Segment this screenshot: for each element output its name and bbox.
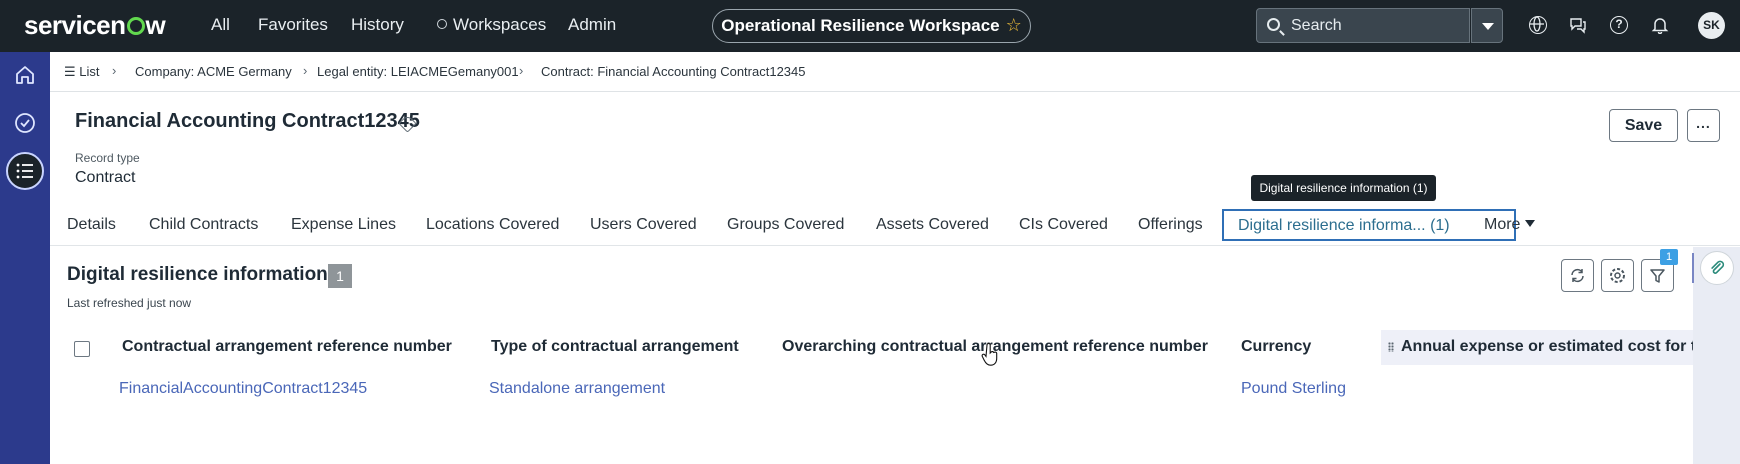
- breadcrumb-list-label: List: [79, 64, 100, 79]
- logo-o-mark: [126, 17, 145, 35]
- tab-locations-covered[interactable]: Locations Covered: [426, 216, 559, 234]
- cell-reference-link[interactable]: FinancialAccountingContract12345: [119, 380, 367, 398]
- paperclip-icon[interactable]: [1700, 251, 1734, 285]
- tab-cis-covered[interactable]: CIs Covered: [1019, 216, 1108, 234]
- tab-more[interactable]: More: [1484, 216, 1536, 234]
- star-icon[interactable]: ☆: [1006, 15, 1022, 35]
- workspace-title: Operational Resilience Workspace: [721, 16, 1000, 35]
- chevron-right-icon: ›: [112, 63, 117, 78]
- column-header-arrangement-type[interactable]: Type of contractual arrangement: [491, 338, 739, 356]
- refresh-icon: [1571, 268, 1584, 283]
- breadcrumb-company[interactable]: Company: ACME Germany: [135, 64, 292, 79]
- home-icon[interactable]: [8, 58, 42, 92]
- gear-icon: [1610, 268, 1625, 283]
- chevron-right-icon: ›: [303, 63, 308, 78]
- related-list-title: Digital resilience information: [67, 264, 328, 285]
- record-tabs: Details Child Contracts Expense Lines Lo…: [50, 208, 1740, 246]
- column-header-annual-expense[interactable]: Annual expense or estimated cost for the: [1381, 330, 1693, 365]
- tab-expense-lines[interactable]: Expense Lines: [291, 216, 396, 234]
- breadcrumb: ☰ List › Company: ACME Germany › Legal e…: [50, 52, 1740, 92]
- record-title: Financial Accounting Contract12345: [75, 110, 420, 132]
- list-icon[interactable]: [6, 152, 44, 190]
- search-icon: [1267, 18, 1280, 31]
- tab-digital-resilience-information[interactable]: Digital resilience informa... (1): [1222, 209, 1516, 241]
- record-type-value: Contract: [75, 169, 136, 186]
- nav-history[interactable]: History: [351, 15, 404, 35]
- tab-offerings[interactable]: Offerings: [1138, 216, 1203, 234]
- list-lines-icon: ☰: [64, 64, 76, 79]
- caret-down-icon: [1525, 220, 1536, 227]
- tab-assets-covered[interactable]: Assets Covered: [876, 216, 989, 234]
- tab-details[interactable]: Details: [67, 216, 116, 234]
- cell-currency-link[interactable]: Pound Sterling: [1241, 380, 1346, 398]
- bell-icon[interactable]: [1651, 16, 1669, 35]
- breadcrumb-contract[interactable]: Contract: Financial Accounting Contract1…: [541, 64, 806, 79]
- cell-arrangement-type-link[interactable]: Standalone arrangement: [489, 380, 665, 398]
- top-header: servicen w All Favorites History Workspac…: [0, 0, 1740, 52]
- column-header-annual-expense-label: Annual expense or estimated cost for the: [1401, 338, 1693, 355]
- global-search-input[interactable]: Search: [1256, 8, 1470, 43]
- tab-more-label: More: [1484, 216, 1521, 233]
- tab-tooltip: Digital resilience information (1): [1251, 175, 1436, 201]
- refresh-button[interactable]: [1561, 259, 1594, 292]
- record-type-label: Record type: [75, 151, 140, 165]
- left-rail: [0, 52, 50, 464]
- globe-icon[interactable]: [1529, 16, 1547, 34]
- chevron-right-icon: ›: [519, 63, 524, 78]
- search-placeholder: Search: [1291, 17, 1342, 34]
- last-refreshed-text: Last refreshed just now: [67, 296, 192, 310]
- workspace-circle-icon: [437, 19, 447, 29]
- record-count-badge: 1: [328, 264, 352, 288]
- save-button[interactable]: Save: [1609, 109, 1678, 142]
- select-all-checkbox[interactable]: [74, 341, 90, 357]
- nav-admin[interactable]: Admin: [568, 15, 616, 35]
- check-circle-icon[interactable]: [8, 106, 42, 140]
- user-avatar[interactable]: SK: [1698, 12, 1725, 39]
- breadcrumb-list[interactable]: ☰ List: [64, 64, 100, 80]
- workspace-title-pill[interactable]: Operational Resilience Workspace ☆: [712, 9, 1031, 43]
- nav-workspaces[interactable]: Workspaces: [437, 15, 546, 35]
- tab-users-covered[interactable]: Users Covered: [590, 216, 697, 234]
- nav-workspaces-label: Workspaces: [453, 15, 547, 34]
- hand-cursor-icon: [981, 343, 998, 366]
- nav-favorites[interactable]: Favorites: [258, 15, 328, 35]
- filter-count-badge: 1: [1660, 249, 1678, 265]
- drag-grip-icon[interactable]: [1388, 342, 1394, 352]
- search-scope-dropdown[interactable]: [1471, 8, 1503, 43]
- tab-child-contracts[interactable]: Child Contracts: [149, 216, 258, 234]
- help-icon[interactable]: ?: [1610, 16, 1628, 34]
- chat-icon[interactable]: [1569, 16, 1587, 34]
- side-panel-divider: [1692, 253, 1694, 283]
- settings-button[interactable]: [1601, 259, 1634, 292]
- breadcrumb-legal-entity[interactable]: Legal entity: LEIACMEGemany001: [317, 64, 519, 79]
- column-header-currency[interactable]: Currency: [1241, 338, 1311, 356]
- column-header-reference-number[interactable]: Contractual arrangement reference number: [122, 338, 452, 356]
- more-actions-button[interactable]: ...: [1687, 109, 1720, 142]
- nav-all[interactable]: All: [211, 15, 230, 35]
- tab-groups-covered[interactable]: Groups Covered: [727, 216, 844, 234]
- servicenow-logo[interactable]: servicen w: [24, 10, 166, 41]
